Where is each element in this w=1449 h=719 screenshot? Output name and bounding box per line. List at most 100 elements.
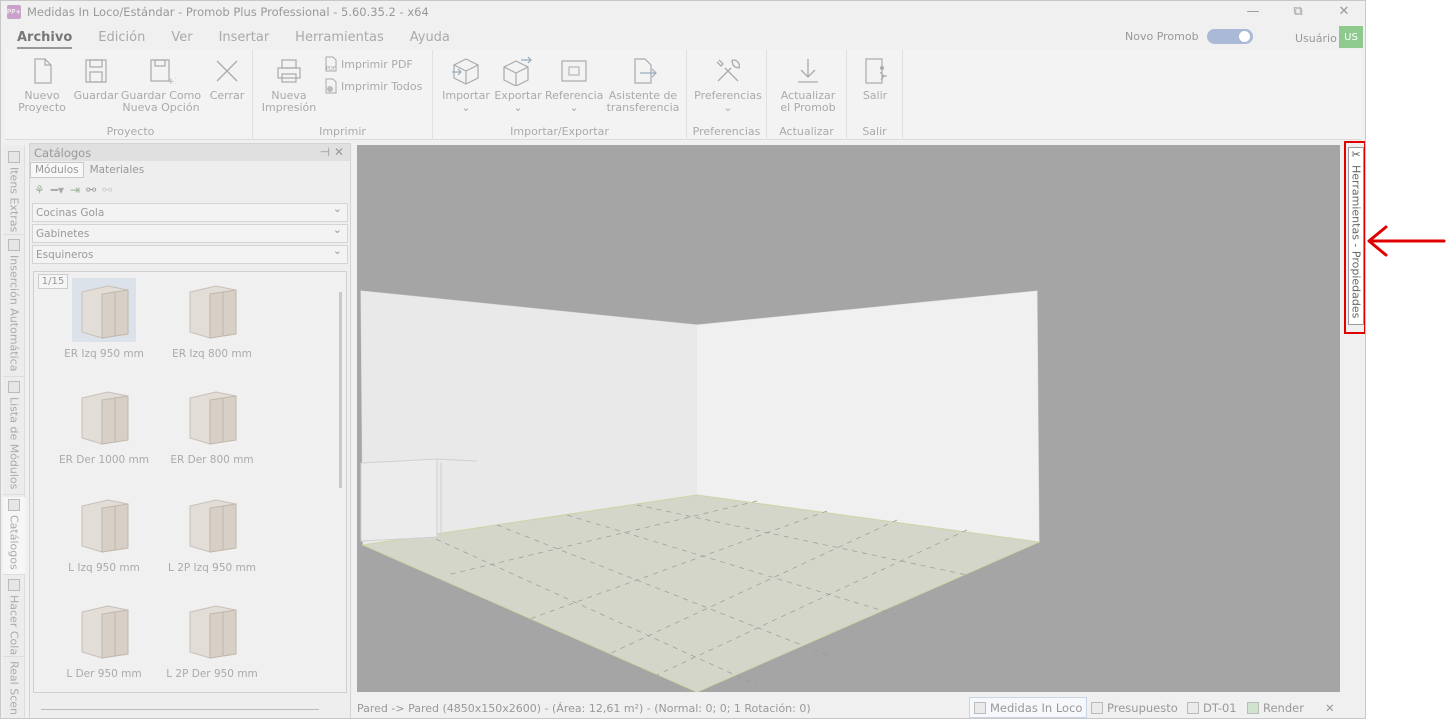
catalog-item-label: L 2P Der 950 mm (166, 668, 258, 680)
combo-linea[interactable]: Cocinas Gola (32, 202, 348, 222)
items-scrollbar[interactable] (339, 292, 342, 488)
imprimir-pdf-button[interactable]: PDF Imprimir PDF (323, 56, 413, 72)
cabinet-thumbnail-icon (72, 278, 136, 342)
document-icon (1091, 701, 1103, 714)
catalog-item[interactable]: L Der 950 mm (54, 598, 154, 680)
line-dropdown-icon[interactable]: ━▾ (51, 183, 64, 197)
user-avatar[interactable]: US (1339, 26, 1363, 48)
catalog-item-label: ER Der 1000 mm (59, 454, 149, 466)
preferencias-dropdown-icon: ⌄ (723, 101, 733, 114)
binoculars-disabled-icon: ⚯ (102, 183, 113, 197)
catalog-item[interactable]: ER Der 800 mm (162, 384, 262, 466)
actualizar-label: Actualizar el Promob (780, 89, 836, 114)
exportar-button[interactable]: Exportar ⌄ (493, 56, 543, 114)
novo-promob-switch: Novo Promob (1125, 29, 1253, 44)
cabinet-thumbnail-icon (180, 384, 244, 448)
preferencias-button[interactable]: Preferencias ⌄ (693, 56, 763, 114)
close-window-button[interactable]: ✕ (1329, 3, 1359, 21)
pdf-icon: PDF (325, 56, 337, 72)
close-document-button[interactable]: ✕ (1325, 697, 1335, 718)
cabinet-thumbnail-icon (72, 492, 136, 556)
salir-button[interactable]: Salir (853, 56, 897, 102)
cabinet-thumbnail-icon (180, 598, 244, 662)
tab-herramientas-propiedades[interactable]: ✂ Herramientas - Propiedades (1348, 147, 1364, 325)
pin-icon[interactable]: ⊣ (320, 145, 330, 159)
catalog-icon (8, 499, 20, 511)
nuevo-proyecto-button[interactable]: Nuevo Proyecto (13, 56, 71, 114)
right-dock-highlight: ✂ Herramientas - Propiedades (1344, 141, 1365, 334)
tab-real-scene[interactable]: Real Scen (3, 659, 25, 718)
maximize-button[interactable]: ⧉ (1283, 3, 1313, 21)
insert-icon[interactable]: ⇥ (70, 183, 80, 197)
novo-promob-toggle[interactable] (1206, 29, 1253, 44)
group-label-imprimir: Imprimir (319, 125, 366, 138)
tab-itens-extras[interactable]: Itens Extras (3, 149, 25, 235)
cabinet-thumbnail-icon (72, 384, 136, 448)
module-list-icon (8, 381, 20, 393)
menu-ayuda[interactable]: Ayuda (410, 30, 450, 45)
asistente-transferencia-button[interactable]: Asistente de transferencia (605, 56, 681, 114)
catalog-item[interactable]: ER Izq 800 mm (162, 278, 262, 360)
guardar-como-label: Guardar Como Nueva Opción (120, 89, 202, 114)
catalog-item[interactable]: L 2P Izq 950 mm (162, 492, 262, 574)
catalog-item[interactable]: ER Izq 950 mm (54, 278, 154, 360)
catalog-item[interactable]: L 2P Der 950 mm (162, 598, 262, 680)
status-text: Pared -> Pared (4850x150x2600) - (Área: … (357, 702, 811, 715)
catalog-title: Catálogos (34, 145, 92, 160)
catalog-panel: Catálogos ⊣ ✕ Módulos Materiales ⚘ ━▾ ⇥ … (29, 143, 351, 718)
catalog-close-icon[interactable]: ✕ (334, 145, 344, 159)
download-arrow-icon (793, 56, 823, 86)
ribbon-group-actualizar: Actualizar el Promob Actualizar (767, 50, 847, 140)
tools-icon: ✂ (1349, 148, 1363, 161)
catalog-item-label: ER Izq 950 mm (64, 348, 144, 360)
actualizar-promob-button[interactable]: Actualizar el Promob (773, 56, 843, 114)
minimize-button[interactable]: — (1238, 3, 1268, 21)
menu-herramientas[interactable]: Herramientas (295, 30, 384, 45)
binoculars-icon[interactable]: ⚯ (86, 183, 96, 197)
group-label-proyecto: Proyecto (106, 125, 155, 138)
importar-button[interactable]: Importar ⌄ (441, 56, 491, 114)
cerrar-label: Cerrar (209, 89, 245, 102)
print-all-icon (325, 78, 337, 94)
tab-lista-modulos[interactable]: Lista de Módulos (3, 379, 25, 495)
tab-medidas-in-loco[interactable]: Medidas In Loco (969, 697, 1088, 718)
tab-dt-01[interactable]: DT-01 (1187, 697, 1237, 718)
menu-insertar[interactable]: Insertar (219, 30, 270, 45)
wrench-screwdriver-icon (713, 56, 743, 86)
3d-viewport[interactable] (357, 145, 1340, 692)
referencia-button[interactable]: Referencia ⌄ (545, 56, 603, 114)
title-bar: PP+ Medidas In Loco/Estándar - Promob Pl… (1, 1, 1365, 23)
tab-render[interactable]: Render (1247, 697, 1304, 718)
cerrar-button[interactable]: Cerrar (205, 56, 249, 102)
extras-icon (8, 151, 20, 163)
tree-icon[interactable]: ⚘ (34, 183, 45, 197)
tab-insercion-automatica[interactable]: Inserción Automática (3, 237, 25, 377)
imprimir-todos-button[interactable]: Imprimir Todos (323, 78, 422, 94)
nueva-impresion-button[interactable]: Nueva Impresión (259, 56, 319, 114)
import-cube-icon (451, 56, 481, 86)
catalog-item[interactable]: ER Der 1000 mm (54, 384, 154, 466)
tab-hacer-cola[interactable]: Hacer Cola (3, 577, 25, 657)
nueva-impresion-label: Nueva Impresión (261, 89, 317, 114)
catalog-item-label: ER Der 800 mm (170, 454, 254, 466)
guardar-button[interactable]: Guardar (71, 56, 121, 102)
menu-archivo[interactable]: Archivo (17, 30, 73, 49)
ribbon-group-preferencias: Preferencias ⌄ Preferencias (687, 50, 767, 140)
catalog-tabs: Módulos Materiales (30, 161, 350, 179)
tab-materiales[interactable]: Materiales (86, 163, 149, 177)
combo-categoria[interactable]: Gabinetes (32, 223, 348, 243)
tab-presupuesto[interactable]: Presupuesto (1091, 697, 1178, 718)
guardar-como-button[interactable]: +1 Guardar Como Nueva Opción (119, 56, 203, 114)
svg-text:+1: +1 (167, 77, 176, 86)
menu-ver[interactable]: Ver (171, 30, 192, 45)
user-label: Usuário (1295, 32, 1337, 45)
catalog-item-label: L 2P Izq 950 mm (168, 562, 256, 574)
catalog-item[interactable]: L Izq 950 mm (54, 492, 154, 574)
tab-modulos[interactable]: Módulos (30, 162, 84, 178)
combo-subcategoria[interactable]: Esquineros (32, 244, 348, 264)
catalog-toolbar: ⚘ ━▾ ⇥ ⚯ ⚯ (30, 179, 350, 201)
queue-icon (8, 579, 20, 591)
tab-catalogos[interactable]: Catálogos (3, 497, 25, 575)
annotation-arrow-icon (1367, 225, 1446, 257)
menu-edicion[interactable]: Edición (98, 30, 145, 45)
